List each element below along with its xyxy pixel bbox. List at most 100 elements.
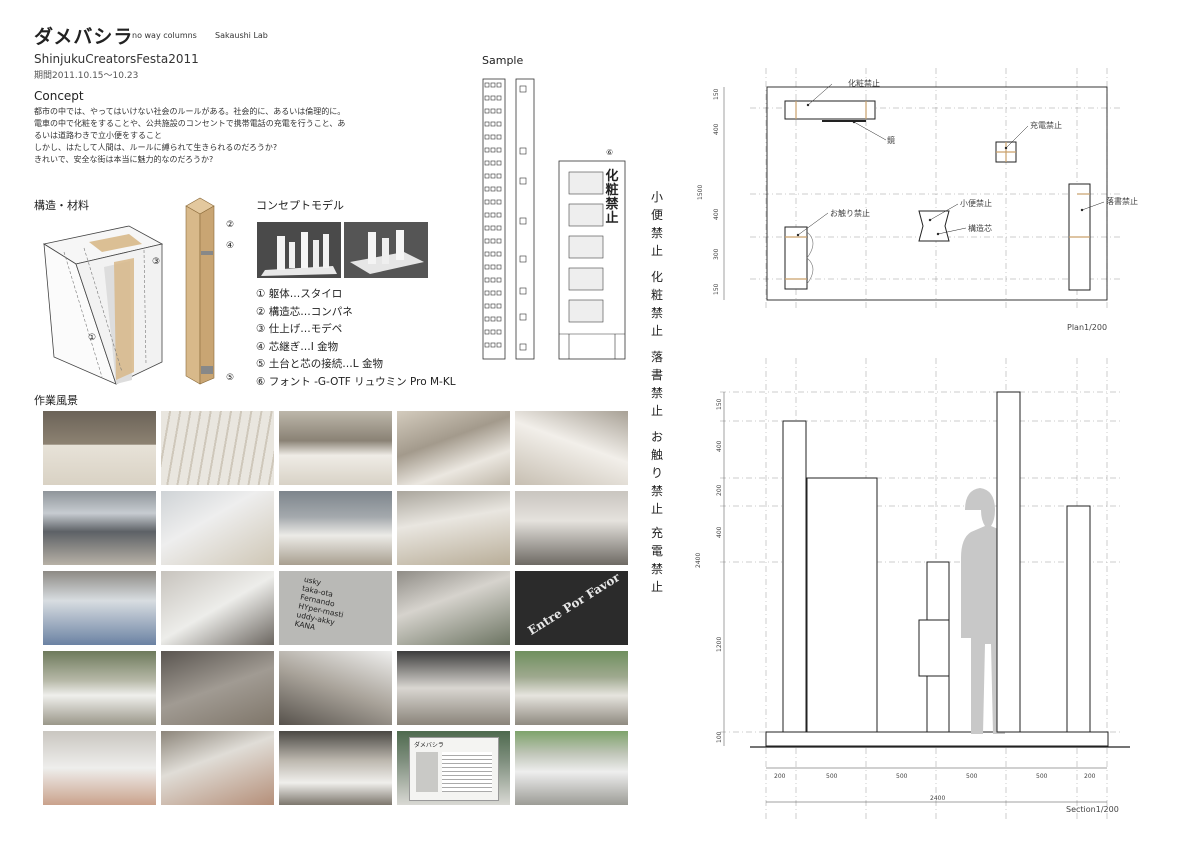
work-photo: [279, 491, 392, 565]
concept-line: しかし、はたして人間は、ルールに縛られて生きられるのだろうか?: [34, 143, 278, 152]
svg-text:100: 100: [716, 731, 723, 743]
work-photo: ダメバシラ: [397, 731, 510, 805]
material-item: ④ 芯継ぎ…I 金物: [256, 340, 339, 353]
rule-char: 充: [650, 526, 663, 540]
material-item: ① 躯体…スタイロ: [256, 288, 343, 300]
core-member-drawing: [185, 197, 215, 385]
work-photo: [397, 491, 510, 565]
structure-marker: ④: [226, 241, 235, 251]
sample-heading: Sample: [482, 54, 524, 67]
svg-text:1200: 1200: [716, 637, 723, 652]
rule-column-graffiti: 落 書 禁 止: [648, 348, 666, 420]
page-title: ダメバシラ: [34, 26, 134, 48]
concept-line: 電車の中で化粧をすることや、公共施設のコンセントで携帯電話の充電を行うこと、あ: [34, 119, 346, 128]
work-photo: [515, 491, 628, 565]
material-item: ⑥ フォント -G-OTF リュウミン Pro M-KL: [256, 375, 456, 388]
event-period: 期間2011.10.15〜10.23: [34, 71, 139, 81]
svg-text:2400: 2400: [695, 553, 702, 568]
svg-text:200: 200: [774, 773, 786, 780]
project-subtitle: no way columns: [132, 31, 197, 40]
work-photo: [43, 491, 156, 565]
concept-text: 都市の中では、やってはいけない社会のルールがある。社会的に、あるいは倫理的に。 …: [34, 106, 414, 166]
sign-text: Entre Por Favor: [525, 571, 623, 638]
work-photo: [397, 571, 510, 645]
svg-text:200: 200: [1084, 773, 1096, 780]
rule-char: 禁: [650, 306, 663, 320]
plan-label-charge: 充電禁止: [1030, 121, 1062, 130]
rule-column-urination: 小 便 禁 止: [648, 188, 666, 260]
plan-label-urine: 小便禁止: [960, 199, 992, 208]
lab-name: Sakaushi Lab: [215, 31, 268, 40]
svg-text:150: 150: [713, 283, 720, 295]
plan-scale-caption: Plan1/200: [1067, 323, 1108, 332]
rule-char: 禁: [650, 484, 663, 498]
svg-text:500: 500: [1036, 773, 1048, 780]
rule-column-touching: お 触 り 禁 止: [648, 428, 666, 518]
rule-char: 小: [650, 190, 663, 204]
rule-char: 禁: [650, 226, 663, 240]
rule-char: 触: [650, 448, 663, 462]
svg-text:1500: 1500: [697, 185, 704, 200]
rule-column-charging: 充 電 禁 止: [648, 524, 666, 596]
rule-char: 書: [650, 368, 663, 382]
concept-heading: Concept: [34, 89, 84, 103]
concept-line: 都市の中では、やってはいけない社会のルールがある。社会的に、あるいは倫理的に。: [34, 107, 346, 116]
work-photo: [43, 731, 156, 805]
rule-char: 止: [650, 404, 663, 418]
rule-char: 止: [650, 244, 663, 258]
work-photo: [397, 411, 510, 485]
rule-char: 化: [650, 270, 663, 284]
work-photo: [515, 411, 628, 485]
rule-column-makeup: 化 粧 禁 止: [648, 268, 666, 340]
concept-model-photo: [257, 222, 341, 278]
plan-label-makeup: 化粧禁止: [848, 79, 880, 88]
svg-text:300: 300: [713, 248, 720, 260]
rule-char: 便: [650, 208, 663, 222]
work-photo: [161, 651, 274, 725]
svg-text:150: 150: [716, 398, 723, 410]
section-drawing: 150 400 200 400 2400 1200 100 200 500 50…: [695, 358, 1130, 820]
sample-narrow-column-drawing: [515, 78, 535, 360]
svg-text:150: 150: [713, 88, 720, 100]
panel-title: ダメバシラ: [414, 742, 444, 749]
rule-char: 止: [650, 502, 663, 516]
svg-text:400: 400: [713, 123, 720, 135]
structure-marker: ②: [226, 220, 235, 230]
rule-char: 禁: [650, 562, 663, 576]
model-heading: コンセプトモデル: [256, 199, 344, 212]
rule-char: お: [650, 430, 663, 444]
structure-axonometric-drawing: [42, 225, 164, 385]
material-item: ③ 仕上げ…モデペ: [256, 323, 343, 335]
work-photo: [161, 571, 274, 645]
svg-text:500: 500: [896, 773, 908, 780]
event-name: ShinjukuCreatorsFesta2011: [34, 52, 199, 66]
concept-line: きれいで、安全な街は本当に魅力的なのだろうか?: [34, 155, 214, 164]
work-photo-grid: usky taka-ota Fernando HYper-masti uddy-…: [43, 411, 628, 805]
work-photo: [161, 491, 274, 565]
material-item: ⑤ 土台と芯の接続…L 金物: [256, 358, 383, 370]
structure-heading: 構造・材料: [34, 199, 89, 212]
rule-char: 落: [650, 350, 663, 364]
plan-label-touch: お触り禁止: [830, 209, 870, 218]
svg-text:500: 500: [826, 773, 838, 780]
work-photo: usky taka-ota Fernando HYper-masti uddy-…: [279, 571, 392, 645]
rule-char: 電: [650, 544, 663, 558]
work-photo: [43, 411, 156, 485]
sample-strip-drawing: [482, 78, 506, 360]
svg-text:500: 500: [966, 773, 978, 780]
concept-line: るいは道路わきで立小便をすること: [34, 131, 162, 140]
work-photo: [161, 411, 274, 485]
rule-char: 粧: [650, 288, 663, 302]
rule-char: 禁: [650, 386, 663, 400]
work-photo: [279, 731, 392, 805]
structure-marker: ①: [88, 333, 97, 343]
rule-char: 止: [650, 580, 663, 594]
work-photo: [43, 651, 156, 725]
structure-marker: ⑤: [226, 373, 235, 383]
svg-text:400: 400: [716, 440, 723, 452]
materials-list: ① 躯体…スタイロ ② 構造芯…コンパネ ③ 仕上げ…モデペ ④ 芯継ぎ…I 金…: [256, 286, 456, 391]
work-photo: [397, 651, 510, 725]
svg-text:400: 400: [716, 526, 723, 538]
work-photo: [279, 651, 392, 725]
work-photo: [43, 571, 156, 645]
